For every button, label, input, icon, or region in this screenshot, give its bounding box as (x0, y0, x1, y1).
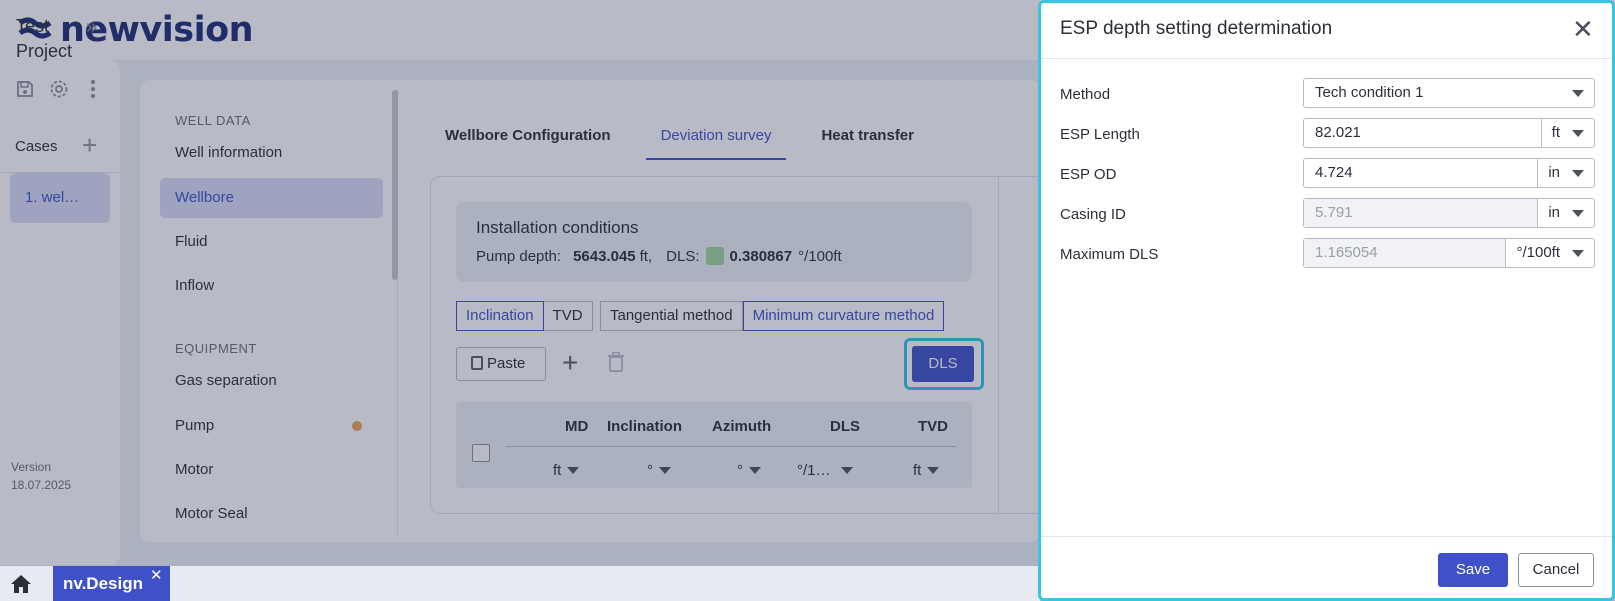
method-value: Tech condition 1 (1315, 84, 1424, 101)
chevron-down-icon (1572, 249, 1584, 257)
esp-length-label: ESP Length (1060, 126, 1140, 143)
dialog-title: ESP depth setting determination (1060, 18, 1333, 39)
chevron-down-icon (1572, 129, 1584, 137)
home-icon[interactable] (10, 574, 32, 599)
max-dls-field: 1.165054 °/100ft (1303, 238, 1595, 268)
esp-length-unit-select[interactable]: ft (1540, 119, 1594, 147)
esp-length-input[interactable]: 82.021 (1304, 119, 1541, 147)
esp-length-unit: ft (1551, 124, 1560, 141)
max-dls-label: Maximum DLS (1060, 246, 1159, 263)
dialog-header-divider (1041, 58, 1612, 59)
method-label: Method (1060, 86, 1111, 103)
max-dls-unit-select[interactable]: °/100ft (1505, 239, 1594, 267)
casing-id-field: 5.791 in (1303, 198, 1595, 228)
esp-od-label: ESP OD (1060, 166, 1117, 183)
esp-od-unit-select[interactable]: in (1537, 159, 1594, 187)
esp-od-input[interactable]: 4.724 (1304, 159, 1537, 187)
esp-length-field: 82.021 ft (1303, 118, 1595, 148)
casing-id-unit: in (1548, 204, 1560, 221)
close-icon[interactable]: ✕ (1572, 16, 1594, 42)
casing-id-label: Casing ID (1060, 206, 1126, 223)
esp-od-unit: in (1548, 164, 1560, 181)
save-button[interactable]: Save (1438, 553, 1508, 587)
close-tab-icon[interactable]: ✕ (150, 566, 163, 584)
casing-id-input: 5.791 (1304, 199, 1538, 227)
method-select[interactable]: Tech condition 1 (1303, 78, 1595, 108)
cancel-button[interactable]: Cancel (1518, 553, 1594, 587)
casing-id-unit-select[interactable]: in (1537, 199, 1594, 227)
chevron-down-icon (1572, 89, 1584, 97)
dialog-footer-divider (1041, 536, 1612, 537)
max-dls-input: 1.165054 (1304, 239, 1506, 267)
chevron-down-icon (1572, 209, 1584, 217)
max-dls-unit: °/100ft (1516, 244, 1560, 261)
chevron-down-icon (1572, 169, 1584, 177)
esp-od-field: 4.724 in (1303, 158, 1595, 188)
